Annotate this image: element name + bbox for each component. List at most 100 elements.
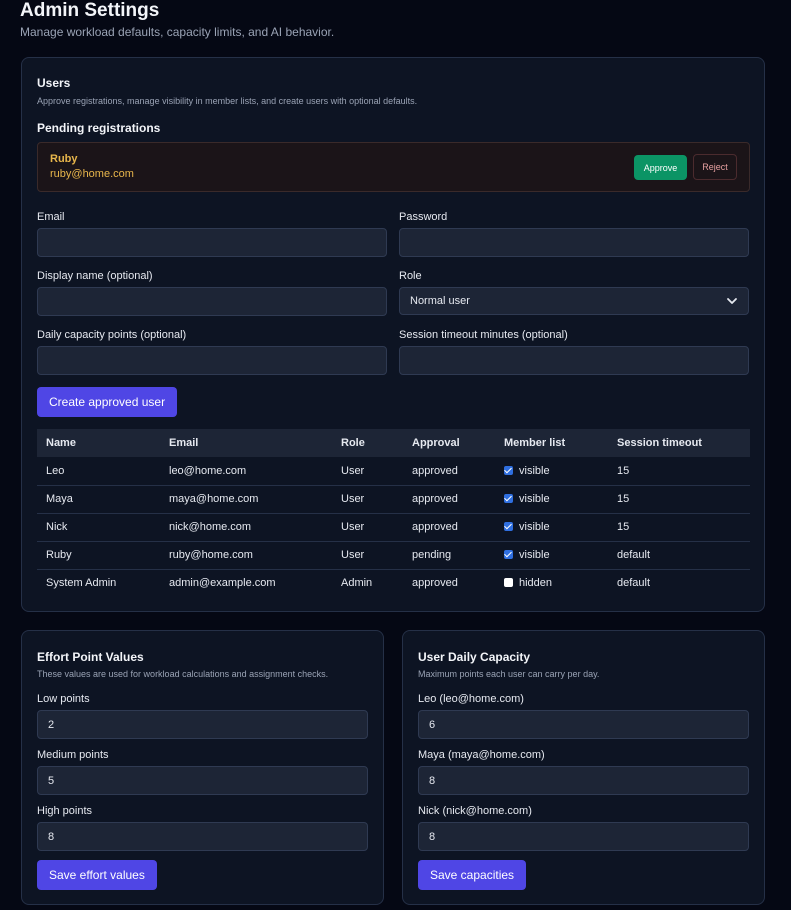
pending-registration-item: Ruby ruby@home.com Approve Reject: [37, 142, 750, 192]
email-field[interactable]: [37, 228, 387, 257]
user-daily-capacity-card: User Daily Capacity Maximum points each …: [402, 630, 765, 905]
member-list-status: visible: [519, 549, 550, 561]
capacity-field-maya[interactable]: [418, 766, 749, 795]
medium-points-label: Medium points: [37, 749, 109, 761]
user-role: User: [332, 513, 403, 542]
member-list-status: visible: [519, 464, 550, 477]
capacity-field-nick[interactable]: [418, 822, 749, 851]
table-row: Nick nick@home.com User approved visible…: [37, 513, 750, 542]
user-session-timeout: 15: [608, 457, 750, 486]
member-list-checkbox[interactable]: [504, 522, 513, 531]
table-row: Leo leo@home.com User approved visible 1…: [37, 457, 750, 486]
role-select[interactable]: Normal user: [399, 287, 749, 315]
table-header-row: Name Email Role Approval Member list Ses…: [37, 429, 750, 457]
capacity-label-maya: Maya (maya@home.com): [418, 749, 545, 761]
table-row: Ruby ruby@home.com User pending visible …: [37, 541, 750, 570]
table-row: System Admin admin@example.com Admin app…: [37, 569, 750, 597]
approve-button[interactable]: Approve: [634, 155, 687, 180]
save-capacities-button[interactable]: Save capacities: [418, 860, 527, 890]
column-header-email: Email: [160, 429, 332, 457]
member-list-checkbox[interactable]: [504, 494, 513, 503]
member-list-cell: visible: [495, 457, 608, 486]
pending-user-name: Ruby: [50, 153, 78, 165]
session-timeout-field[interactable]: [399, 346, 749, 375]
chevron-down-icon: [727, 298, 737, 304]
member-list-cell: hidden: [495, 569, 608, 597]
effort-section-description: These values are used for workload calcu…: [37, 669, 329, 679]
email-label: Email: [37, 211, 65, 223]
users-section-title: Users: [37, 76, 71, 90]
display-name-field[interactable]: [37, 287, 387, 316]
user-email: maya@home.com: [160, 485, 332, 514]
user-name: Nick: [37, 513, 160, 542]
user-name: Leo: [37, 457, 160, 486]
user-session-timeout: default: [617, 577, 651, 590]
role-select-value: Normal user: [410, 295, 470, 307]
daily-capacity-field[interactable]: [37, 346, 387, 375]
password-label: Password: [399, 211, 448, 223]
session-timeout-label: Session timeout minutes (optional): [399, 329, 568, 341]
low-points-label: Low points: [37, 693, 90, 705]
effort-section-title: Effort Point Values: [37, 650, 144, 664]
password-field[interactable]: [399, 228, 749, 257]
member-list-checkbox[interactable]: [504, 578, 513, 588]
high-points-field[interactable]: [37, 822, 368, 851]
page-title: Admin Settings: [20, 0, 160, 21]
capacity-section-title: User Daily Capacity: [418, 650, 531, 664]
user-role: User: [332, 457, 403, 486]
users-card: Users Approve registrations, manage visi…: [21, 57, 765, 612]
user-role: Admin: [341, 577, 373, 590]
user-session-timeout: 15: [608, 513, 750, 542]
member-list-cell: visible: [495, 541, 608, 570]
member-list-status: visible: [519, 493, 550, 505]
user-role: User: [332, 541, 403, 570]
pending-registrations-title: Pending registrations: [37, 121, 161, 135]
member-list-status: visible: [519, 521, 550, 533]
column-header-role: Role: [332, 429, 403, 457]
page-header: Admin Settings Manage workload defaults,…: [20, 0, 334, 39]
user-email: admin@example.com: [169, 577, 276, 590]
user-email: nick@home.com: [160, 513, 332, 542]
page-subtitle: Manage workload defaults, capacity limit…: [20, 25, 335, 39]
effort-point-values-card: Effort Point Values These values are use…: [21, 630, 384, 905]
user-email: ruby@home.com: [160, 541, 332, 570]
users-section-description: Approve registrations, manage visibility…: [37, 96, 418, 106]
member-list-cell: visible: [495, 513, 608, 542]
high-points-label: High points: [37, 805, 93, 817]
user-name: Maya: [37, 485, 160, 514]
column-header-approval: Approval: [403, 429, 495, 457]
user-session-timeout: default: [608, 541, 750, 570]
member-list-checkbox[interactable]: [504, 465, 513, 475]
medium-points-field[interactable]: [37, 766, 368, 795]
reject-button[interactable]: Reject: [693, 154, 737, 180]
capacity-label-leo: Leo (leo@home.com): [418, 693, 524, 705]
user-approval: approved: [403, 457, 495, 486]
user-name: Ruby: [37, 541, 160, 570]
users-table: Name Email Role Approval Member list Ses…: [37, 429, 750, 597]
member-list-cell: visible: [495, 485, 608, 514]
capacity-field-leo[interactable]: [418, 710, 749, 739]
user-approval: pending: [403, 541, 495, 570]
column-header-session-timeout: Session timeout: [608, 429, 750, 457]
table-row: Maya maya@home.com User approved visible…: [37, 485, 750, 514]
user-approval: approved: [412, 577, 458, 590]
user-session-timeout: 15: [608, 485, 750, 514]
member-list-checkbox[interactable]: [504, 550, 513, 559]
member-list-status: hidden: [519, 577, 553, 590]
user-approval: approved: [403, 513, 495, 542]
user-email: leo@home.com: [160, 457, 332, 486]
user-name: System Admin: [46, 577, 117, 590]
low-points-field[interactable]: [37, 710, 368, 739]
capacity-section-description: Maximum points each user can carry per d…: [418, 669, 600, 679]
role-label: Role: [399, 270, 422, 282]
column-header-name: Name: [37, 429, 160, 457]
column-header-member-list: Member list: [495, 429, 608, 457]
save-effort-values-button[interactable]: Save effort values: [37, 860, 157, 890]
user-approval: approved: [403, 485, 495, 514]
create-approved-user-button[interactable]: Create approved user: [37, 387, 178, 417]
user-role: User: [332, 485, 403, 514]
daily-capacity-label: Daily capacity points (optional): [37, 329, 187, 341]
display-name-label: Display name (optional): [37, 270, 153, 282]
capacity-label-nick: Nick (nick@home.com): [418, 805, 532, 817]
pending-user-email: ruby@home.com: [50, 168, 134, 180]
